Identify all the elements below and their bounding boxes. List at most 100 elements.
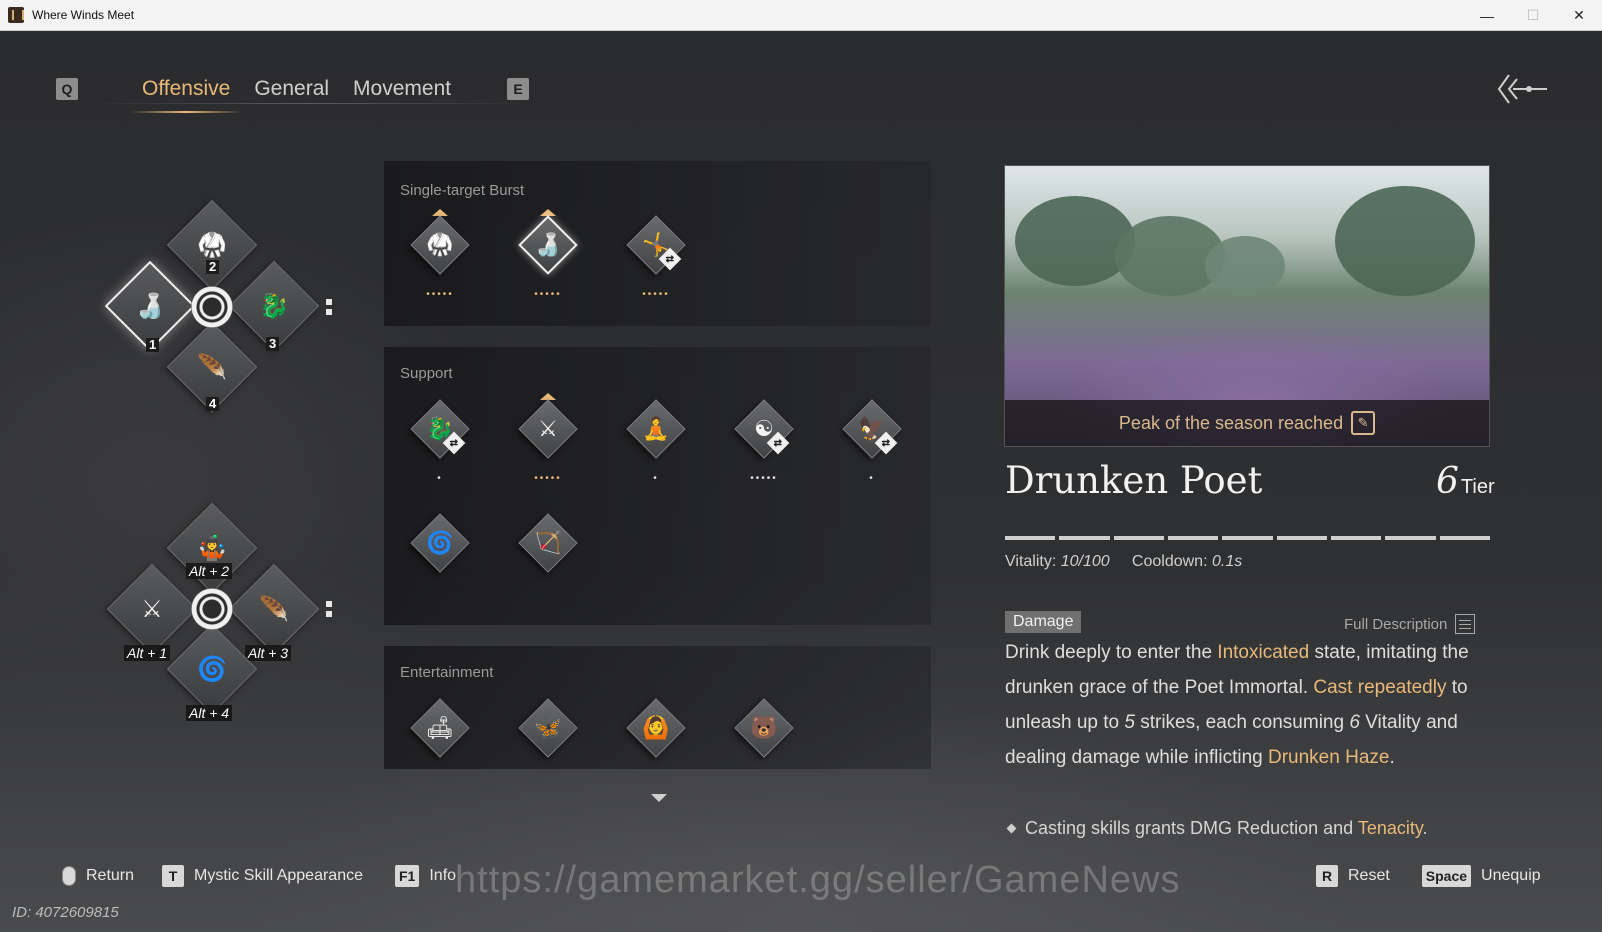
skill-yin-yang[interactable]: ☯ ⇄ ••••• — [732, 397, 794, 487]
bottom-left-actions: Return T Mystic Skill Appearance F1 Info — [62, 861, 456, 891]
wheel-center-icon — [191, 588, 233, 630]
skill-eagle[interactable]: 🦅 ⇄ • — [840, 397, 902, 487]
maximize-button[interactable]: ☐ — [1510, 0, 1556, 31]
skill-dragonfly[interactable]: 🦋 — [516, 696, 578, 786]
skill-stats: Vitality: 10/100 Cooldown: 0.1s — [1005, 553, 1242, 571]
panel-entertainment: Entertainment 🛋 🦋 🙆 🐻 — [384, 646, 931, 769]
yin-yang-icon: ☯ — [754, 416, 774, 441]
wheel-center-icon — [191, 286, 233, 328]
prev-tab-key[interactable]: Q — [56, 78, 78, 100]
cooldown-value: 0.1s — [1211, 553, 1243, 570]
recline-icon: 🛋 — [426, 715, 454, 740]
archer-icon: 🏹 — [534, 530, 562, 555]
skill-vitruvian[interactable]: 🙆 — [624, 696, 686, 786]
slot-number: 2 — [206, 260, 220, 274]
slot-keybind: Alt + 2 — [186, 563, 233, 579]
info-button[interactable]: Info — [429, 867, 456, 885]
full-description-button[interactable]: Full Description — [1344, 614, 1476, 634]
wheel-indicator — [326, 611, 332, 617]
skill-level-dots: ••••• — [426, 289, 454, 300]
skill-spiral[interactable]: 🌀 — [408, 511, 470, 601]
skill-description: Drink deeply to enter the Intoxicated st… — [1005, 642, 1469, 768]
drunken-poet-icon: 🍶 — [135, 292, 165, 320]
leap-icon: 🐉 — [259, 292, 289, 320]
crossed-blades-icon: ⚔ — [538, 416, 558, 441]
panel-title: Entertainment — [400, 664, 494, 681]
preview-caption-text: Peak of the season reached — [1118, 412, 1344, 433]
player-id: ID: 4072609815 — [12, 904, 119, 921]
martial-pose-icon: 🥋 — [426, 232, 454, 257]
tier-label: Tier — [1460, 476, 1495, 498]
skill-archer[interactable]: 🏹 — [516, 511, 578, 601]
reset-key[interactable]: R — [1316, 865, 1338, 887]
wheel-indicator — [326, 309, 332, 315]
wing-strike-icon: 🪶 — [197, 353, 227, 381]
skill-level-dots: • — [869, 473, 875, 484]
scroll-down-icon[interactable] — [651, 794, 667, 802]
game-view: Q Offensive General Movement E 🥋 2 🍶 1 🐉… — [0, 31, 1602, 932]
panel-single-target-burst: Single-target Burst 🥋 ••••• 🍶 ••••• 🤸 ⇄ … — [384, 161, 931, 326]
skill-crossed-blades[interactable]: ⚔ ••••• — [516, 393, 578, 487]
slot-number: 1 — [146, 338, 160, 352]
skill-dancer[interactable]: 🤸 ⇄ ••••• — [624, 213, 686, 303]
eagle-icon: 🦅 — [858, 416, 886, 441]
skill-tier: 6 Tier — [1436, 461, 1495, 502]
panel-title: Support — [400, 365, 453, 382]
tier-progress — [1005, 536, 1490, 540]
feather-icon: 🪶 — [259, 595, 289, 623]
tab-offensive[interactable]: Offensive — [130, 77, 243, 113]
reset-button[interactable]: Reset — [1348, 867, 1390, 885]
crossed-blades-icon: ⚔ — [141, 595, 163, 623]
skill-level-dots: • — [653, 473, 659, 484]
next-tab-key[interactable]: E — [507, 78, 530, 100]
skill-effect-bullet: Casting skills grants DMG Reduction and … — [1006, 818, 1428, 839]
close-button[interactable]: ✕ — [1556, 0, 1602, 31]
panel-support: Support 🐉 ⇄ • ⚔ ••••• 🧘 • ☯ ⇄ ••••• 🦅 ⇄ … — [384, 347, 931, 625]
slot-keybind: Alt + 4 — [186, 705, 233, 721]
window-titlebar: Where Winds Meet — ☐ ✕ — [0, 0, 1602, 31]
window-title: Where Winds Meet — [32, 8, 135, 22]
skill-level-dots: ••••• — [534, 473, 562, 484]
skill-martial-pose[interactable]: 🥋 ••••• — [408, 209, 470, 303]
skill-preview-image: Peak of the season reached ✎ — [1004, 165, 1490, 447]
skill-bear[interactable]: 🐻 — [732, 696, 794, 786]
season-icon: ✎ — [1351, 411, 1376, 435]
skill-recline[interactable]: 🛋 — [408, 696, 470, 786]
bear-icon: 🐻 — [750, 715, 778, 740]
tab-general[interactable]: General — [242, 77, 341, 101]
cooldown-label: Cooldown: — [1131, 553, 1208, 570]
vitality-label: Vitality: — [1005, 553, 1057, 570]
info-key[interactable]: F1 — [395, 865, 420, 887]
mouse-icon — [62, 866, 76, 886]
skill-meditate[interactable]: 🧘 • — [624, 397, 686, 487]
dancer-icon: 🤸 — [642, 232, 670, 257]
appearance-key[interactable]: T — [162, 865, 185, 887]
vitality-value: 10/100 — [1060, 553, 1110, 570]
slot-keybind: Alt + 1 — [124, 645, 171, 661]
panel-title: Single-target Burst — [400, 182, 525, 199]
return-button[interactable]: Return — [86, 867, 134, 885]
slot-number: 4 — [206, 397, 220, 411]
slot-number: 3 — [266, 337, 280, 351]
drunken-poet-icon: 🍶 — [534, 232, 562, 257]
skill-level-dots: • — [437, 473, 443, 484]
list-icon — [1455, 614, 1476, 634]
dragonfly-icon: 🦋 — [534, 715, 562, 740]
full-description-label: Full Description — [1344, 615, 1448, 633]
vitruvian-icon: 🙆 — [642, 715, 670, 740]
wheel-indicator — [326, 299, 332, 305]
leap-icon: 🐉 — [426, 416, 454, 441]
bottom-right-actions: R Reset Space Unequip — [1316, 861, 1541, 891]
unequip-key[interactable]: Space — [1421, 865, 1472, 887]
back-arrow-icon[interactable] — [1495, 69, 1549, 109]
skill-leap[interactable]: 🐉 ⇄ • — [408, 397, 470, 487]
skill-level-dots: ••••• — [534, 289, 562, 300]
appearance-button[interactable]: Mystic Skill Appearance — [194, 867, 363, 885]
skill-name: Drunken Poet — [1005, 459, 1263, 502]
unequip-button[interactable]: Unequip — [1481, 867, 1541, 885]
tab-movement[interactable]: Movement — [341, 77, 463, 101]
minimize-button[interactable]: — — [1464, 0, 1510, 31]
app-icon — [8, 7, 24, 23]
skill-type-badge: Damage — [1005, 611, 1082, 633]
skill-drunken-poet[interactable]: 🍶 ••••• — [516, 209, 578, 303]
